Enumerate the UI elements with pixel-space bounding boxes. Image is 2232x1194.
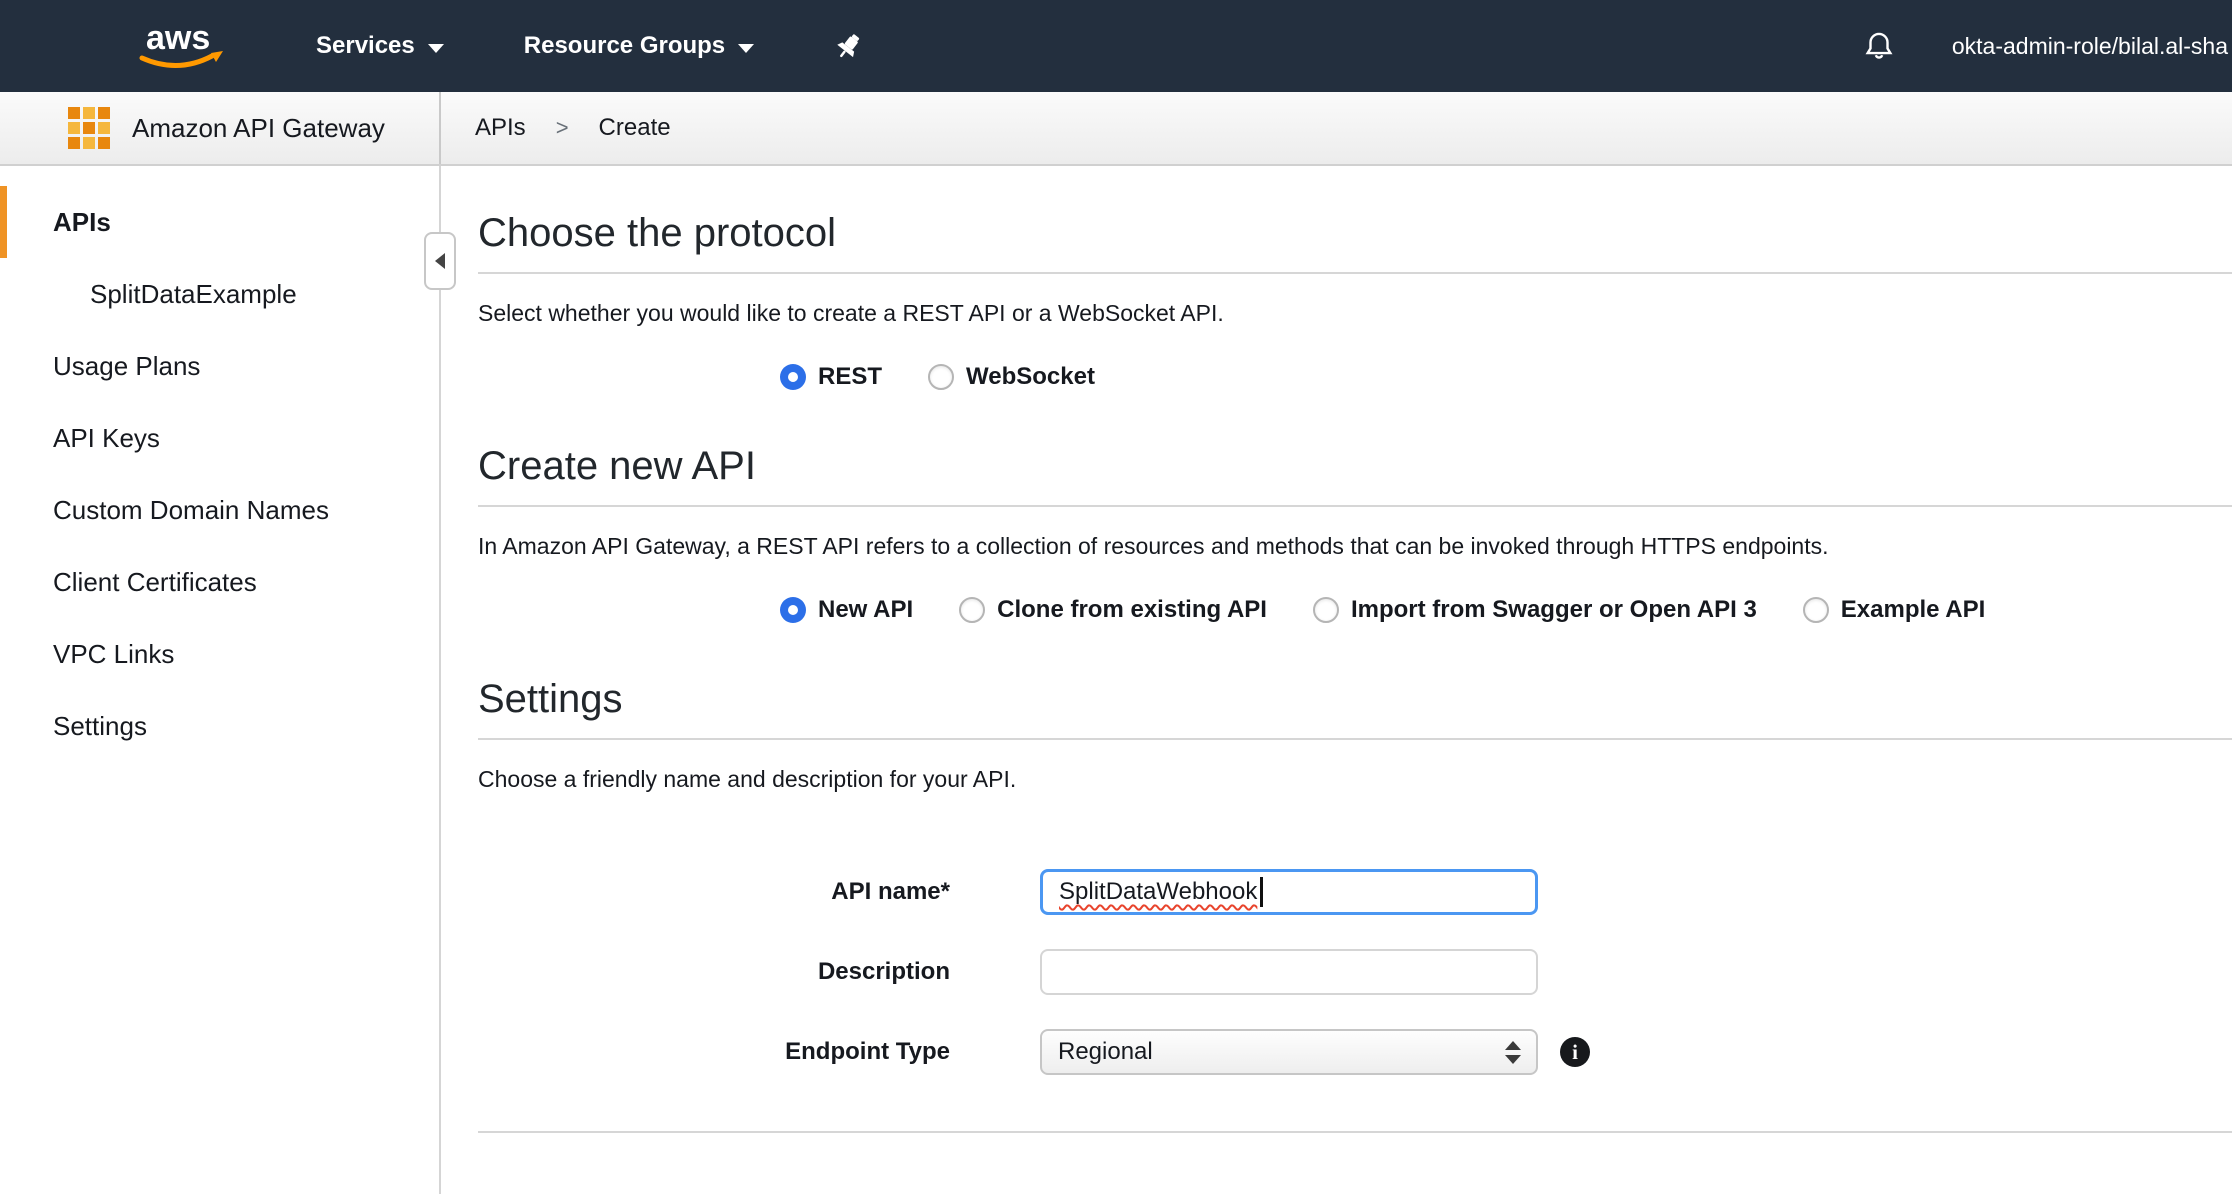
radio-new-api[interactable]: New API xyxy=(780,596,913,624)
api-gateway-icon xyxy=(66,105,112,151)
endpoint-type-value: Regional xyxy=(1058,1038,1153,1066)
chevron-left-icon xyxy=(435,253,445,269)
page-body: APIs SplitDataExample Usage Plans API Ke… xyxy=(0,166,2232,1194)
section-divider xyxy=(478,738,2232,740)
pin-shortcut-button[interactable] xyxy=(834,31,864,61)
text-cursor xyxy=(1260,877,1263,907)
radio-example-api[interactable]: Example API xyxy=(1803,596,1986,624)
service-block[interactable]: Amazon API Gateway xyxy=(0,92,441,164)
sidebar-item-apis[interactable]: APIs xyxy=(0,186,439,258)
sidebar-item-usage-plans[interactable]: Usage Plans xyxy=(0,330,439,402)
radio-import-swagger-label: Import from Swagger or Open API 3 xyxy=(1351,596,1757,624)
protocol-description: Select whether you would like to create … xyxy=(478,300,2232,327)
radio-websocket-label: WebSocket xyxy=(966,363,1095,391)
radio-clone-api-label: Clone from existing API xyxy=(997,596,1267,624)
chevron-up-icon xyxy=(1505,1041,1521,1050)
sidebar: APIs SplitDataExample Usage Plans API Ke… xyxy=(0,166,441,1194)
notifications-button[interactable] xyxy=(1862,29,1896,63)
sidebar-item-splitdataexample[interactable]: SplitDataExample xyxy=(0,258,439,330)
topnav-right-group: okta-admin-role/bilal.al-sha xyxy=(1862,29,2232,63)
radio-selected-icon[interactable] xyxy=(780,364,806,390)
radio-selected-icon[interactable] xyxy=(780,597,806,623)
endpoint-type-select[interactable]: Regional xyxy=(1040,1029,1538,1075)
aws-logo-icon: aws xyxy=(128,17,228,75)
endpoint-type-label: Endpoint Type xyxy=(478,1038,950,1066)
breadcrumb-current: Create xyxy=(599,114,671,142)
radio-import-swagger[interactable]: Import from Swagger or Open API 3 xyxy=(1313,596,1757,624)
create-section-title: Create new API xyxy=(478,443,2232,489)
section-divider xyxy=(478,1131,2232,1133)
breadcrumb-separator: > xyxy=(556,115,569,141)
radio-unselected-icon[interactable] xyxy=(1803,597,1829,623)
settings-description: Choose a friendly name and description f… xyxy=(478,766,2232,793)
chevron-down-icon xyxy=(1505,1055,1521,1064)
api-name-value: SplitDataWebhook xyxy=(1059,878,1257,906)
radio-example-api-label: Example API xyxy=(1841,596,1986,624)
protocol-radio-group: REST WebSocket xyxy=(780,363,2232,391)
top-navigation: aws Services Resource Groups okta xyxy=(0,0,2232,92)
settings-section-title: Settings xyxy=(478,676,2232,722)
api-name-label: API name* xyxy=(478,878,950,906)
pushpin-icon xyxy=(834,31,864,61)
chevron-down-icon xyxy=(738,44,754,53)
main-content: Choose the protocol Select whether you w… xyxy=(441,166,2232,1194)
api-name-row: API name* SplitDataWebhook xyxy=(478,869,2232,915)
create-radio-group: New API Clone from existing API Import f… xyxy=(780,596,2232,624)
info-icon[interactable]: i xyxy=(1560,1037,1590,1067)
services-menu[interactable]: Services xyxy=(316,32,444,60)
sidebar-item-client-certificates[interactable]: Client Certificates xyxy=(0,546,439,618)
description-row: Description xyxy=(478,949,2232,995)
radio-unselected-icon[interactable] xyxy=(1313,597,1339,623)
aws-logo[interactable]: aws xyxy=(128,17,228,75)
bell-icon xyxy=(1862,29,1896,63)
breadcrumb: APIs > Create xyxy=(441,92,671,164)
radio-unselected-icon[interactable] xyxy=(959,597,985,623)
radio-rest[interactable]: REST xyxy=(780,363,882,391)
resource-groups-menu[interactable]: Resource Groups xyxy=(524,32,754,60)
radio-unselected-icon[interactable] xyxy=(928,364,954,390)
section-divider xyxy=(478,505,2232,507)
sidebar-collapse-button[interactable] xyxy=(424,232,456,290)
sidebar-item-api-keys[interactable]: API Keys xyxy=(0,402,439,474)
select-stepper-icon xyxy=(1490,1031,1536,1073)
create-description: In Amazon API Gateway, a REST API refers… xyxy=(478,533,2232,560)
api-name-input[interactable]: SplitDataWebhook xyxy=(1040,869,1538,915)
chevron-down-icon xyxy=(428,44,444,53)
svg-text:aws: aws xyxy=(146,19,210,57)
resource-groups-menu-label: Resource Groups xyxy=(524,32,725,60)
description-label: Description xyxy=(478,958,950,986)
radio-clone-api[interactable]: Clone from existing API xyxy=(959,596,1267,624)
sidebar-item-settings[interactable]: Settings xyxy=(0,690,439,762)
services-menu-label: Services xyxy=(316,32,415,60)
service-breadcrumb-bar: Amazon API Gateway APIs > Create xyxy=(0,92,2232,166)
protocol-section-title: Choose the protocol xyxy=(478,210,2232,256)
section-divider xyxy=(478,272,2232,274)
service-name: Amazon API Gateway xyxy=(132,113,385,144)
sidebar-item-custom-domain-names[interactable]: Custom Domain Names xyxy=(0,474,439,546)
endpoint-type-row: Endpoint Type Regional i xyxy=(478,1029,2232,1075)
sidebar-item-vpc-links[interactable]: VPC Links xyxy=(0,618,439,690)
radio-websocket[interactable]: WebSocket xyxy=(928,363,1095,391)
radio-new-api-label: New API xyxy=(818,596,913,624)
settings-form: API name* SplitDataWebhook Description E… xyxy=(478,869,2232,1075)
radio-rest-label: REST xyxy=(818,363,882,391)
description-input[interactable] xyxy=(1040,949,1538,995)
account-menu[interactable]: okta-admin-role/bilal.al-sha xyxy=(1952,33,2228,60)
breadcrumb-apis-link[interactable]: APIs xyxy=(475,114,526,142)
